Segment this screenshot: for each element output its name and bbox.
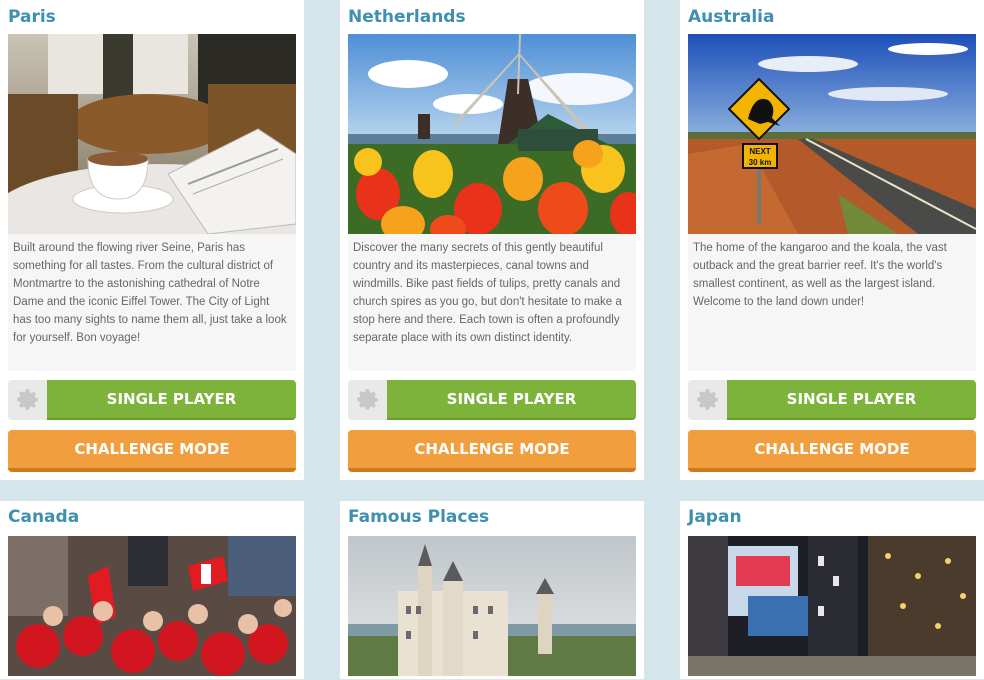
card-title: Netherlands xyxy=(348,7,466,27)
card-title: Paris xyxy=(8,7,56,27)
gear-icon xyxy=(696,389,718,410)
sign-text-distance: 30 km xyxy=(749,158,772,167)
card-description: The home of the kangaroo and the koala, … xyxy=(688,234,976,371)
sign-text-next: NEXT xyxy=(749,147,770,156)
single-player-button[interactable]: SINGLE PLAYER xyxy=(727,380,976,420)
category-card-netherlands: Netherlands Discover the many secrets of… xyxy=(339,0,645,481)
category-card-japan: Japan xyxy=(679,500,984,680)
tokyo-street-photo[interactable] xyxy=(688,536,976,676)
canada-crowd-photo[interactable] xyxy=(8,536,296,676)
windmill-tulips-photo[interactable] xyxy=(348,34,636,234)
card-title: Canada xyxy=(8,507,80,527)
challenge-mode-button[interactable]: CHALLENGE MODE xyxy=(348,430,636,472)
outback-road-photo[interactable]: NEXT 30 km xyxy=(688,34,976,234)
settings-button[interactable] xyxy=(8,380,47,420)
castle-photo[interactable] xyxy=(348,536,636,676)
card-description: Discover the many secrets of this gently… xyxy=(348,234,636,371)
card-description: Built around the flowing river Seine, Pa… xyxy=(8,234,296,371)
settings-button[interactable] xyxy=(688,380,727,420)
challenge-mode-button[interactable]: CHALLENGE MODE xyxy=(688,430,976,472)
challenge-mode-button[interactable]: CHALLENGE MODE xyxy=(8,430,296,472)
category-card-paris: Paris Built around the flowing river Sei… xyxy=(0,0,305,481)
card-title: Japan xyxy=(688,507,742,527)
gear-icon xyxy=(356,389,378,410)
card-title: Australia xyxy=(688,7,775,27)
category-card-canada: Canada xyxy=(0,500,305,680)
single-player-button[interactable]: SINGLE PLAYER xyxy=(387,380,636,420)
category-card-australia: Australia NEXT 30 km The home of the kan… xyxy=(679,0,984,481)
paris-cafe-photo[interactable] xyxy=(8,34,296,234)
gear-icon xyxy=(16,389,38,410)
settings-button[interactable] xyxy=(348,380,387,420)
category-card-famous-places: Famous Places xyxy=(339,500,645,680)
single-player-button[interactable]: SINGLE PLAYER xyxy=(47,380,296,420)
card-title: Famous Places xyxy=(348,507,490,527)
